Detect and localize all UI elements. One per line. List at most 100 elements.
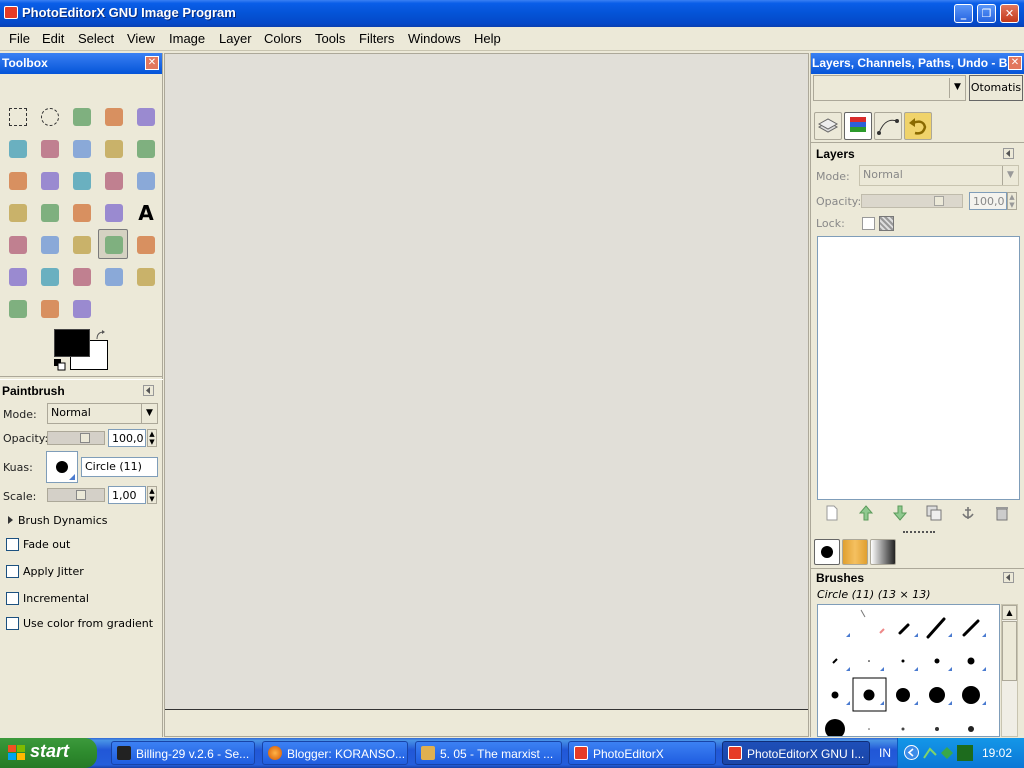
menu-view[interactable]: View (127, 31, 155, 46)
tool-blur[interactable] (2, 293, 32, 323)
tool-foreground-select[interactable] (34, 133, 64, 163)
tab-paths[interactable] (874, 112, 902, 140)
tool-paintbrush[interactable] (98, 229, 128, 259)
menu-windows[interactable]: Windows (408, 31, 461, 46)
scale-spinner[interactable]: ▲ ▼ (147, 486, 157, 504)
layer-opacity-input[interactable]: 100,0 (969, 192, 1007, 210)
menu-filters[interactable]: Filters (359, 31, 394, 46)
taskbar-item-photoeditorx-main[interactable]: PhotoEditorX GNU I... (722, 741, 870, 765)
layers-list[interactable] (817, 236, 1020, 500)
scale-input[interactable]: 1,00 (108, 486, 146, 504)
tool-pencil[interactable] (66, 229, 96, 259)
tool-crop[interactable] (98, 165, 128, 195)
tool-ellipse-select[interactable] (34, 101, 64, 131)
tool-bucket-fill[interactable] (2, 229, 32, 259)
new-layer-icon[interactable] (824, 505, 840, 521)
menu-image[interactable]: Image (169, 31, 205, 46)
layers-menu-icon[interactable] (1003, 148, 1014, 159)
tool-blend[interactable] (34, 229, 64, 259)
tab-layers[interactable] (814, 112, 842, 140)
tool-options-menu-icon[interactable] (143, 385, 154, 396)
brush-preview-button[interactable] (46, 451, 78, 483)
menu-file[interactable]: File (9, 31, 30, 46)
tool-color-picker[interactable] (98, 133, 128, 163)
image-canvas-area[interactable] (164, 53, 809, 737)
delete-layer-icon[interactable] (994, 505, 1010, 521)
incremental-checkbox[interactable] (6, 592, 19, 605)
tool-shear[interactable] (34, 197, 64, 227)
opacity-input[interactable]: 100,0 (108, 429, 146, 447)
tool-heal[interactable] (98, 261, 128, 291)
tray-app-icon[interactable] (957, 745, 973, 761)
swap-colors-icon[interactable] (95, 330, 107, 342)
tool-airbrush[interactable] (2, 261, 32, 291)
lock-pixels-checkbox[interactable] (862, 217, 875, 230)
tool-rotate[interactable] (130, 165, 160, 195)
tool-lasso[interactable] (66, 101, 96, 131)
menu-colors[interactable]: Colors (264, 31, 302, 46)
close-button[interactable]: ✕ (1000, 4, 1019, 23)
menu-layer[interactable]: Layer (219, 31, 252, 46)
fade-out-checkbox[interactable] (6, 538, 19, 551)
toolbox-header[interactable]: Toolbox (0, 53, 162, 74)
tray-expand-icon[interactable] (904, 745, 919, 760)
start-button[interactable]: start (0, 738, 97, 768)
tool-move[interactable] (34, 165, 64, 195)
raise-layer-icon[interactable] (858, 505, 874, 521)
window-titlebar[interactable]: PhotoEditorX GNU Image Program _ ❐ ✕ (0, 0, 1024, 27)
language-indicator[interactable]: IN (879, 746, 891, 760)
lower-layer-icon[interactable] (892, 505, 908, 521)
tab-brushes[interactable] (814, 539, 840, 565)
layer-opacity-spinner[interactable]: ▲ ▼ (1007, 192, 1017, 210)
tab-gradients[interactable] (870, 539, 896, 565)
tool-rect-select[interactable] (2, 101, 32, 131)
layer-opacity-slider[interactable] (861, 194, 963, 208)
tab-patterns[interactable] (842, 539, 868, 565)
opacity-slider[interactable] (47, 431, 105, 445)
anchor-layer-icon[interactable] (960, 505, 976, 521)
taskbar-item-blogger[interactable]: Blogger: KORANSO... (262, 741, 408, 765)
tool-perspective[interactable] (66, 197, 96, 227)
brush-name-field[interactable]: Circle (11) (81, 457, 158, 477)
dock-resize-handle[interactable] (903, 531, 935, 534)
brushes-scrollbar[interactable]: ▲ (1001, 604, 1018, 737)
brushes-menu-icon[interactable] (1003, 572, 1014, 583)
tool-perspective-clone[interactable] (130, 261, 160, 291)
menu-edit[interactable]: Edit (42, 31, 64, 46)
tab-undo[interactable] (904, 112, 932, 140)
tool-scale[interactable] (2, 197, 32, 227)
menu-help[interactable]: Help (474, 31, 501, 46)
taskbar-item-marxist[interactable]: 5. 05 - The marxist ... (415, 741, 562, 765)
checkerboard-lock-icon[interactable] (879, 216, 894, 231)
taskbar-item-billing[interactable]: Billing-29 v.2.6 - Se... (111, 741, 255, 765)
dock-header[interactable]: Layers, Channels, Paths, Undo - B... (811, 53, 1024, 74)
auto-button[interactable]: Otomatis (969, 75, 1023, 101)
security-icon[interactable] (940, 746, 954, 760)
foreground-color-swatch[interactable] (54, 329, 90, 357)
tool-measure[interactable] (2, 165, 32, 195)
tool-text[interactable]: A (130, 197, 160, 227)
tool-flip[interactable] (98, 197, 128, 227)
expander-arrow-icon[interactable] (7, 515, 15, 525)
tool-smudge[interactable] (34, 293, 64, 323)
maximize-button[interactable]: ❐ (977, 4, 996, 23)
tool-fuzzy-select[interactable] (98, 101, 128, 131)
minimize-button[interactable]: _ (954, 4, 973, 23)
default-colors-icon[interactable] (54, 359, 66, 371)
tool-ink[interactable] (34, 261, 64, 291)
tool-clone[interactable] (66, 261, 96, 291)
tab-channels[interactable] (844, 112, 872, 140)
tool-scissors[interactable] (2, 133, 32, 163)
opacity-spinner[interactable]: ▲ ▼ (147, 429, 157, 447)
network-icon[interactable] (923, 746, 937, 760)
taskbar-item-photoeditorx[interactable]: PhotoEditorX (568, 741, 716, 765)
toolbox-close-button[interactable]: ✕ (145, 56, 159, 70)
apply-jitter-checkbox[interactable] (6, 565, 19, 578)
brush-dynamics-expander[interactable]: Brush Dynamics (18, 514, 107, 527)
mode-select[interactable]: Normal ▼ (47, 403, 158, 424)
menu-select[interactable]: Select (78, 31, 114, 46)
scale-slider[interactable] (47, 488, 105, 502)
dock-close-button[interactable]: ✕ (1008, 56, 1022, 70)
duplicate-layer-icon[interactable] (926, 505, 942, 521)
tool-dodge-burn[interactable] (66, 293, 96, 323)
